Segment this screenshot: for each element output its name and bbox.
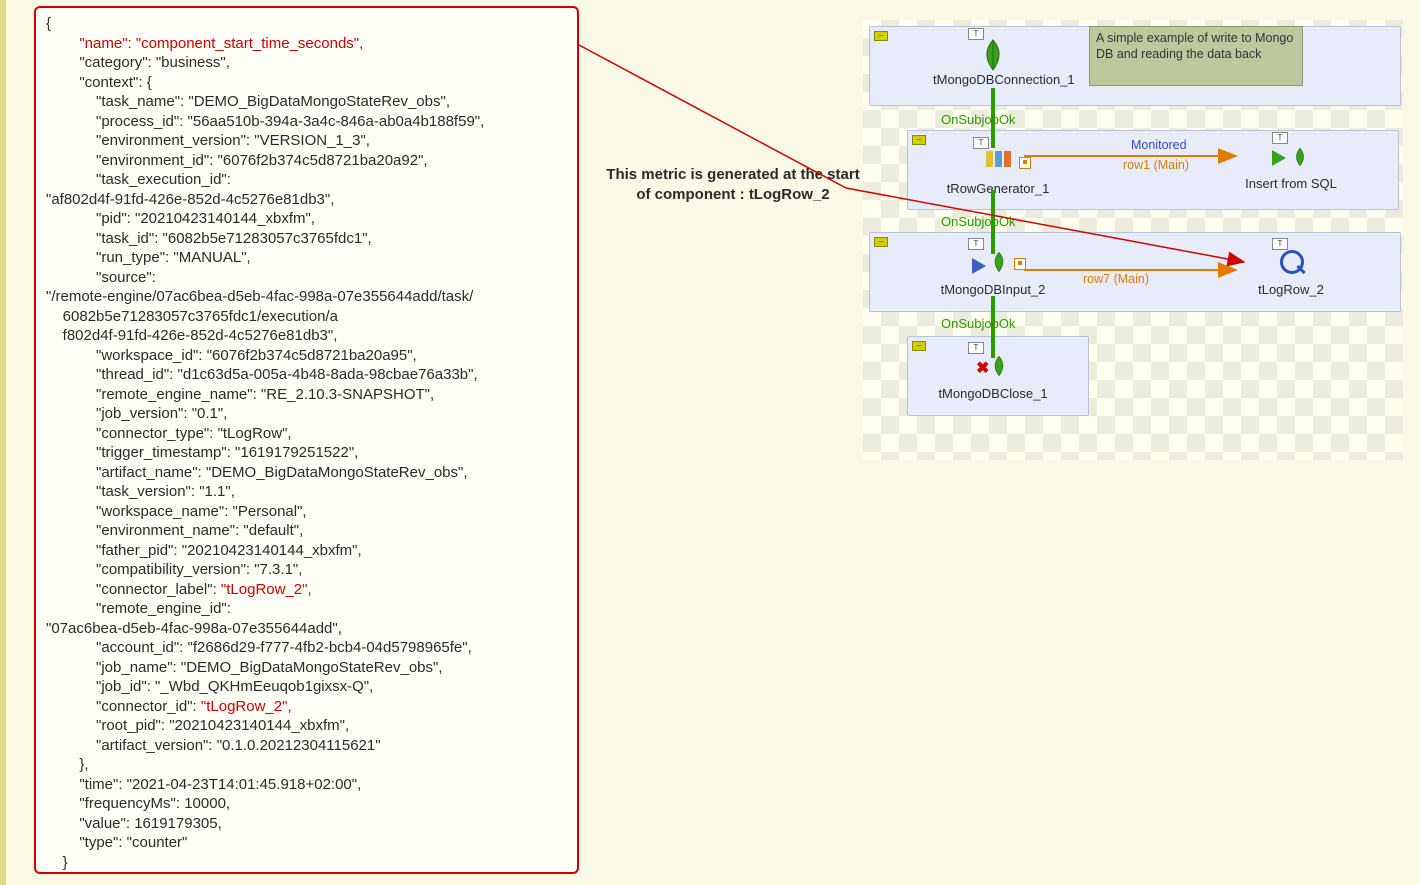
mongodb-close-icon: T ✖ [976,352,1010,386]
onsubjobok-label: OnSubjobOk [941,316,1015,331]
mongodb-input-icon: T [976,248,1010,282]
node-tmongodbclose[interactable]: T ✖ tMongoDBClose_1 [933,352,1053,401]
json-metric-panel: { "name": "component_start_time_seconds"… [34,6,579,874]
node-tmongodbconnection[interactable]: T tMongoDBConnection_1 [933,38,1053,87]
collapse-icon[interactable]: – [912,135,926,145]
onsubjobok-label: OnSubjobOk [941,214,1015,229]
row1-label: row1 (Main) [1123,158,1189,172]
collapse-icon[interactable]: – [874,237,888,247]
collapse-icon[interactable]: – [874,31,888,41]
json-code-block: { "name": "component_start_time_seconds"… [46,14,567,872]
node-insert-from-sql[interactable]: T Insert from SQL [1231,142,1351,191]
comment-box[interactable]: A simple example of write to Mongo DB an… [1089,26,1303,86]
node-tlogrow[interactable]: T tLogRow_2 [1231,248,1351,297]
rowgen-icon: T [981,147,1015,181]
job-designer-canvas[interactable]: – A simple example of write to Mongo DB … [863,20,1403,460]
node-tmongodbinput[interactable]: T tMongoDBInput_2 [933,248,1053,297]
row7-label: row7 (Main) [1083,272,1149,286]
node-trowgenerator[interactable]: T tRowGenerator_1 [933,142,1063,196]
logrow-icon: T [1274,248,1308,282]
collapse-icon[interactable]: – [912,341,926,351]
onsubjobok-label: OnSubjobOk [941,112,1015,127]
mongodb-leaf-icon: T [976,38,1010,72]
callout-text: This metric is generated at the start of… [578,165,888,204]
insert-icon: T [1274,142,1308,176]
monitored-label: Monitored [1131,138,1187,152]
